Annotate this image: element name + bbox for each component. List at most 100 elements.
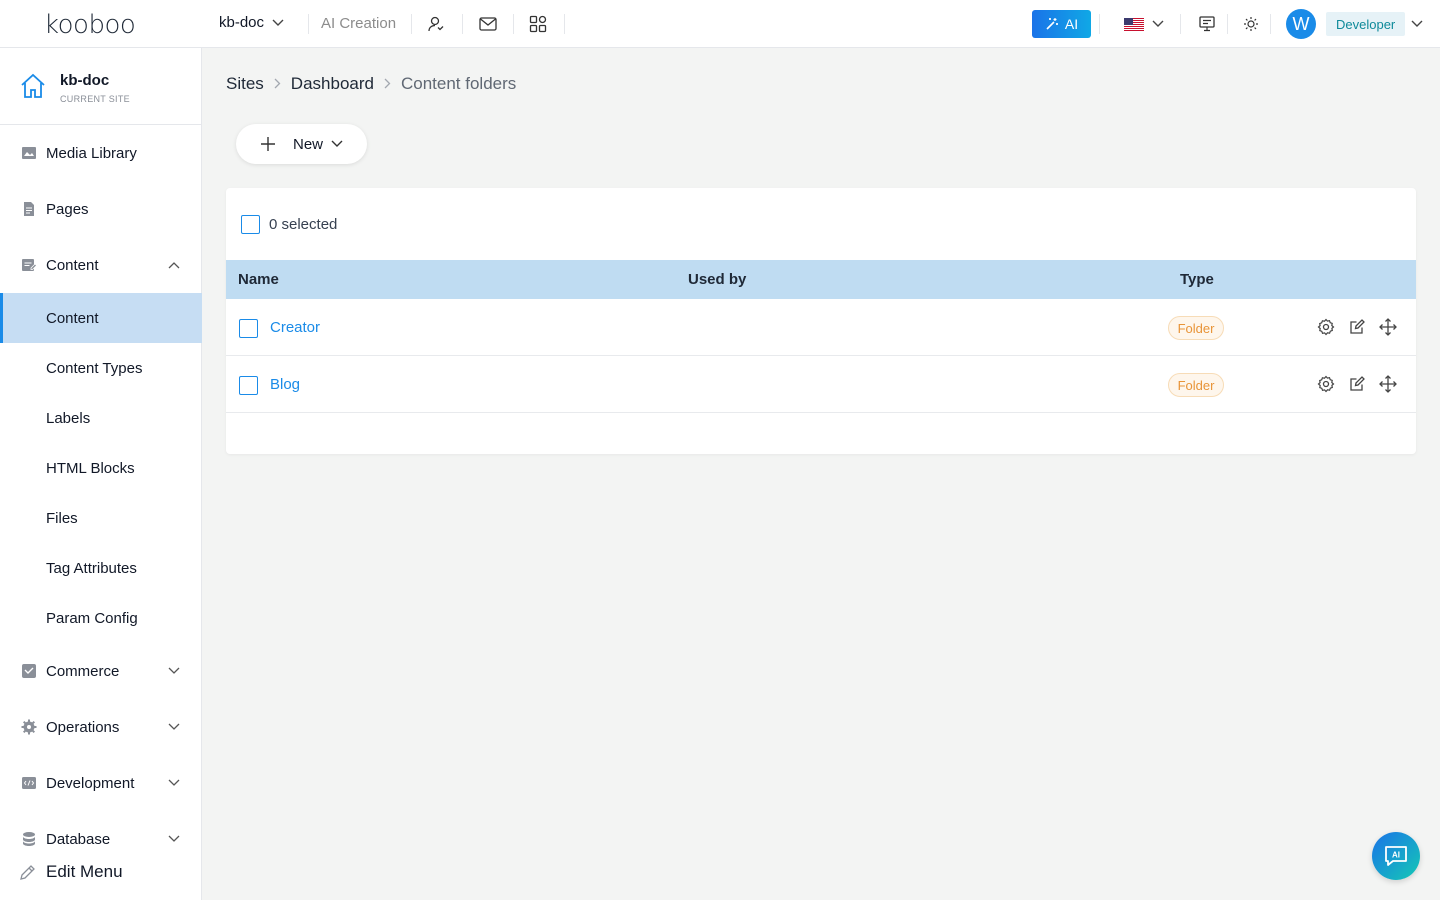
site-selector[interactable]: kb-doc	[219, 14, 284, 31]
user-settings-icon[interactable]	[426, 14, 446, 34]
divider	[1180, 14, 1181, 34]
table-row[interactable]: Creator Folder	[226, 299, 1416, 356]
select-all-checkbox[interactable]	[241, 215, 260, 234]
settings-icon[interactable]	[1317, 375, 1335, 393]
ai-chat-button[interactable]: AI	[1372, 832, 1420, 880]
folder-name-link[interactable]: Blog	[270, 376, 300, 393]
monitor-icon[interactable]	[1197, 14, 1217, 34]
magic-wand-icon	[1046, 18, 1058, 30]
image-icon	[22, 147, 36, 159]
sidebar-subitem-labels[interactable]: Labels	[0, 393, 202, 443]
move-icon[interactable]	[1379, 375, 1397, 393]
sun-icon[interactable]	[1241, 14, 1261, 34]
page-icon	[24, 202, 34, 216]
sidebar-item-operations[interactable]: Operations	[0, 702, 202, 752]
settings-icon[interactable]	[1317, 318, 1335, 336]
row-checkbox[interactable]	[239, 319, 258, 338]
ai-chat-icon: AI	[1385, 846, 1407, 866]
chevron-down-icon[interactable]	[1152, 20, 1164, 28]
sidebar-subitem-files[interactable]: Files	[0, 493, 202, 543]
sidebar-item-label: Files	[46, 509, 78, 527]
sidebar-item-media-library[interactable]: Media Library	[0, 128, 202, 178]
sidebar-item-development[interactable]: Development	[0, 758, 202, 808]
sidebar-item-label: Param Config	[46, 609, 138, 627]
edit-icon[interactable]	[1348, 375, 1366, 393]
breadcrumb-dashboard[interactable]: Dashboard	[291, 74, 374, 94]
site-subtitle: CURRENT SITE	[60, 94, 130, 104]
edit-icon[interactable]	[1348, 318, 1366, 336]
content-folders-table-card: 0 selected Name Used by Type Creator Fol…	[226, 188, 1416, 454]
divider	[411, 14, 412, 34]
code-icon	[22, 777, 36, 789]
home-icon	[21, 73, 45, 98]
svg-text:AI: AI	[1392, 851, 1400, 860]
content-icon	[22, 259, 37, 271]
kooboo-logo[interactable]: kooboo	[44, 10, 136, 40]
row-checkbox[interactable]	[239, 376, 258, 395]
sidebar: kb-doc CURRENT SITE Media Library Pages …	[0, 48, 202, 900]
sidebar-subitem-tag-attributes[interactable]: Tag Attributes	[0, 543, 202, 593]
commerce-icon	[22, 664, 36, 678]
sidebar-item-label: Operations	[46, 718, 120, 736]
divider	[1270, 14, 1271, 34]
column-header-name[interactable]: Name	[238, 271, 279, 288]
sidebar-item-commerce[interactable]: Commerce	[0, 646, 202, 696]
breadcrumb: Sites Dashboard Content folders	[226, 74, 516, 94]
pencil-icon	[20, 865, 35, 880]
ai-creation-link[interactable]: AI Creation	[321, 15, 396, 32]
sidebar-subitem-content[interactable]: Content	[0, 293, 202, 343]
new-button-label: New	[293, 136, 324, 153]
sidebar-subitem-html-blocks[interactable]: HTML Blocks	[0, 443, 202, 493]
divider	[513, 14, 514, 34]
current-site-card[interactable]: kb-doc CURRENT SITE	[0, 48, 202, 125]
sidebar-item-label: Development	[46, 774, 135, 792]
breadcrumb-sites[interactable]: Sites	[226, 74, 264, 94]
sidebar-item-label: Content	[46, 309, 99, 327]
chevron-right-icon	[274, 74, 281, 94]
sidebar-item-pages[interactable]: Pages	[0, 184, 202, 234]
type-badge: Folder	[1168, 373, 1224, 397]
avatar[interactable]: W	[1286, 9, 1316, 39]
sidebar-item-content[interactable]: Content	[0, 240, 202, 290]
apps-grid-icon[interactable]	[528, 14, 548, 34]
mail-icon[interactable]	[478, 14, 498, 34]
folder-name-link[interactable]: Creator	[270, 319, 320, 336]
sidebar-item-label: Database	[46, 830, 111, 848]
role-badge[interactable]: Developer	[1326, 12, 1406, 36]
chevron-down-icon	[272, 19, 284, 26]
divider	[564, 14, 565, 34]
sidebar-item-label: Pages	[46, 200, 89, 218]
database-icon	[23, 832, 35, 846]
edit-menu-button[interactable]: Edit Menu	[0, 856, 202, 888]
chevron-up-icon	[168, 262, 180, 269]
sidebar-item-label: Content	[46, 256, 99, 274]
breadcrumb-content-folders: Content folders	[400, 74, 517, 93]
flag-us-icon[interactable]	[1124, 18, 1144, 31]
chevron-down-icon[interactable]	[1411, 20, 1423, 28]
sidebar-subitem-param-config[interactable]: Param Config	[0, 593, 202, 643]
new-button[interactable]: New	[236, 124, 367, 164]
sidebar-item-label: HTML Blocks	[46, 459, 135, 477]
gear-icon	[21, 719, 37, 735]
move-icon[interactable]	[1379, 318, 1397, 336]
chevron-down-icon	[168, 835, 180, 842]
top-bar: kooboo kb-doc AI Creation AI W Developer	[0, 0, 1440, 48]
divider	[308, 14, 309, 34]
chevron-down-icon	[331, 140, 343, 147]
column-header-type[interactable]: Type	[1180, 271, 1214, 288]
column-header-used-by[interactable]: Used by	[688, 271, 746, 288]
chevron-right-icon	[384, 74, 391, 94]
site-selector-label: kb-doc	[219, 14, 265, 31]
ai-button[interactable]: AI	[1032, 10, 1091, 38]
sidebar-item-label: Commerce	[46, 662, 120, 680]
sidebar-item-label: Tag Attributes	[46, 559, 137, 577]
edit-menu-label: Edit Menu	[46, 862, 123, 881]
plus-icon	[261, 137, 275, 151]
chevron-down-icon	[168, 667, 180, 674]
divider	[1099, 14, 1100, 34]
table-row[interactable]: Blog Folder	[226, 356, 1416, 413]
divider	[1227, 14, 1228, 34]
sidebar-subitem-content-types[interactable]: Content Types	[0, 343, 202, 393]
sidebar-item-label: Content Types	[46, 359, 143, 377]
selected-count: 0 selected	[269, 216, 338, 233]
